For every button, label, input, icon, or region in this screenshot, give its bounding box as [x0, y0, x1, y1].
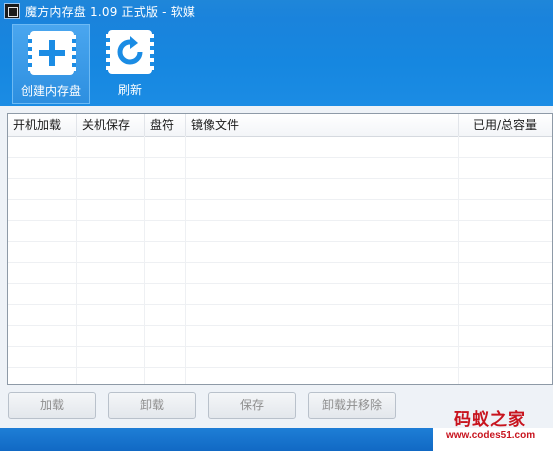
watermark-logo: 码蚁之家 [454, 410, 526, 430]
ramdisk-table[interactable]: 开机加载 关机保存 盘符 镜像文件 已用/总容量 [7, 113, 553, 385]
plus-icon [28, 31, 76, 75]
create-ramdisk-button[interactable]: 创建内存盘 [12, 24, 90, 104]
save-button[interactable]: 保存 [208, 392, 296, 419]
refresh-label: 刷新 [117, 83, 142, 97]
refresh-icon [106, 30, 154, 74]
title-bar[interactable]: 魔方内存盘 1.09 正式版 - 软媒 [0, 0, 553, 22]
column-header-image-file[interactable]: 镜像文件 [186, 114, 459, 136]
refresh-button[interactable]: 刷新 [91, 24, 169, 104]
app-logo-icon [4, 3, 20, 19]
app-window: 魔方内存盘 1.09 正式版 - 软媒 创建内存盘 刷新 开机加载 关机保存 盘… [0, 0, 553, 451]
window-title: 魔方内存盘 1.09 正式版 - 软媒 [25, 5, 196, 19]
load-button[interactable]: 加载 [8, 392, 96, 419]
column-header-shutdown-save[interactable]: 关机保存 [77, 114, 145, 136]
table-header: 开机加载 关机保存 盘符 镜像文件 已用/总容量 [8, 114, 552, 137]
create-ramdisk-label: 创建内存盘 [20, 84, 81, 98]
header-band: 魔方内存盘 1.09 正式版 - 软媒 创建内存盘 刷新 [0, 0, 553, 106]
unload-remove-button[interactable]: 卸载并移除 [308, 392, 396, 419]
column-header-drive-letter[interactable]: 盘符 [145, 114, 186, 136]
unload-button[interactable]: 卸载 [108, 392, 196, 419]
watermark-url: www.codes51.com [446, 430, 536, 441]
column-header-boot-load[interactable]: 开机加载 [8, 114, 77, 136]
column-header-usage[interactable]: 已用/总容量 [459, 114, 552, 136]
